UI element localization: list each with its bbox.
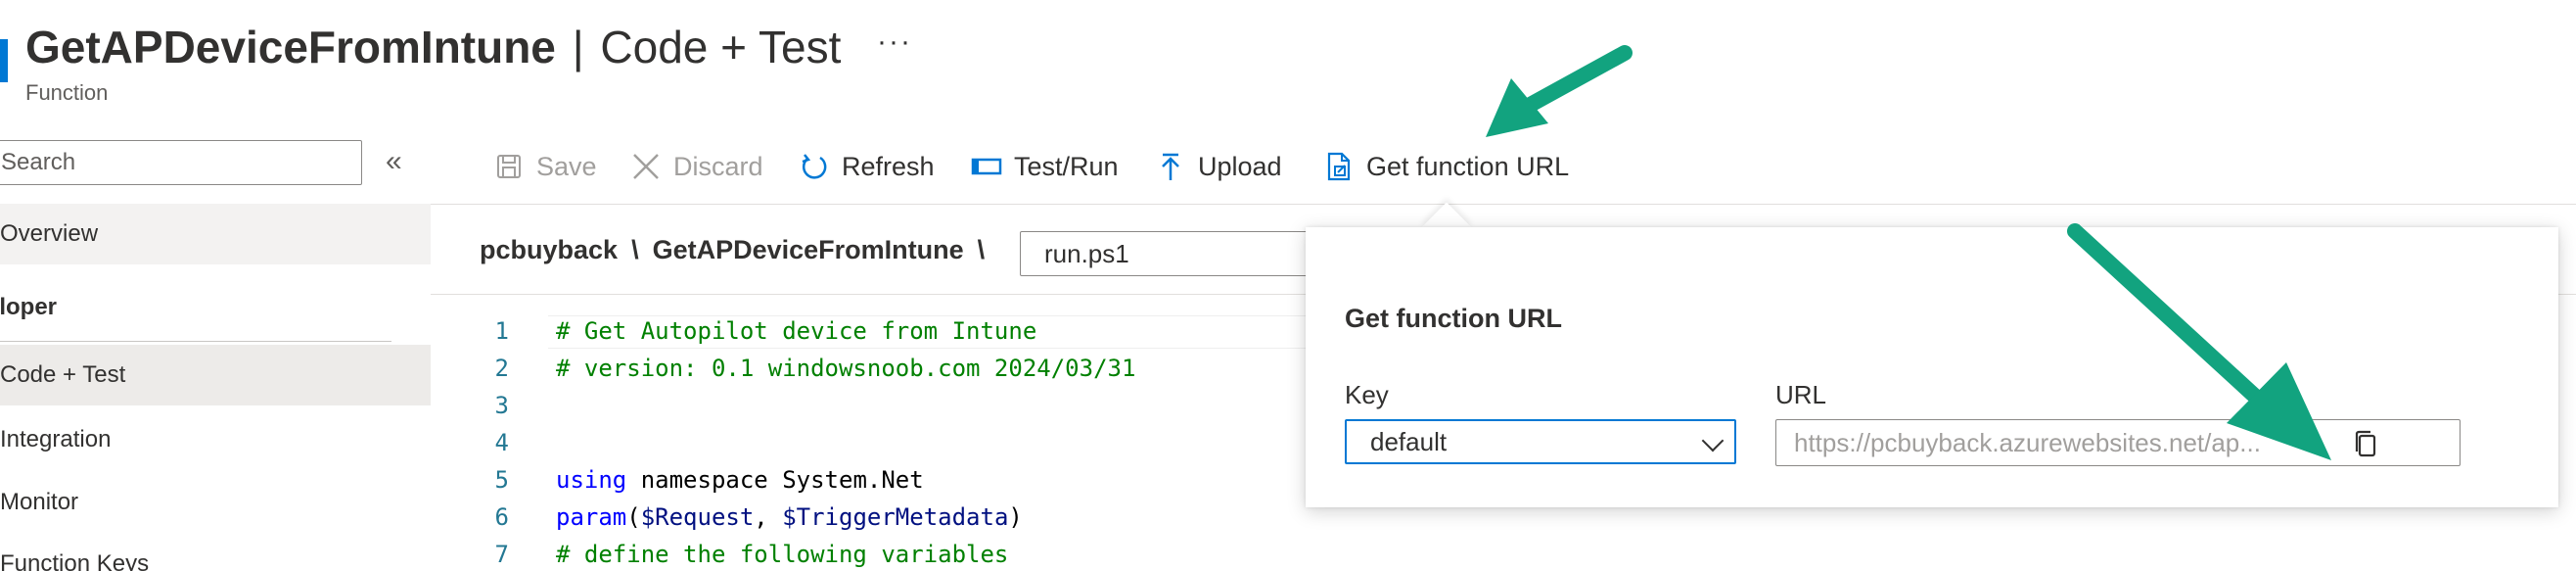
code-line[interactable]: # define the following variables: [556, 541, 1008, 568]
document-link-icon: [1327, 152, 1351, 181]
sidebar-item-label: Integration: [0, 426, 112, 452]
code-line[interactable]: # Get Autopilot device from Intune: [556, 317, 1036, 345]
refresh-label: Refresh: [842, 151, 935, 181]
get-function-url-button[interactable]: Get function URL: [1323, 147, 1569, 186]
code-text: ,: [754, 503, 783, 531]
sidebar-item-code-test[interactable]: Code + Test: [0, 345, 431, 405]
get-function-url-label: Get function URL: [1366, 151, 1570, 181]
line-number: 6: [494, 503, 509, 531]
save-label: Save: [536, 151, 597, 181]
function-name: GetAPDeviceFromIntune: [25, 22, 556, 72]
upload-label: Upload: [1198, 151, 1282, 181]
code-text: ): [1008, 503, 1023, 531]
code-text: namespace System.Net: [626, 466, 924, 494]
code-keyword: param: [556, 503, 627, 531]
breadcrumb: pcbuyback \ GetAPDeviceFromIntune \: [480, 235, 998, 265]
code-variable: $Request: [640, 503, 755, 531]
copy-icon[interactable]: [2349, 427, 2382, 460]
toolbar-divider: [431, 204, 2576, 205]
discard-button[interactable]: Discard: [630, 147, 763, 186]
search-input[interactable]: [0, 140, 362, 185]
collapse-sidebar-icon[interactable]: «: [386, 145, 402, 178]
get-function-url-popup: Get function URL Key URL default https:/…: [1306, 227, 2558, 507]
line-number: 3: [494, 392, 509, 419]
key-label: Key: [1345, 380, 1389, 409]
title-separator: |: [572, 22, 584, 72]
page-name: Code + Test: [600, 22, 842, 72]
key-selected-value: default: [1370, 427, 1448, 456]
annotation-arrow-icon: [1486, 45, 1633, 137]
sidebar-divider: [0, 341, 391, 342]
sidebar-item-label: Monitor: [0, 489, 79, 515]
close-icon: [633, 154, 659, 179]
refresh-button[interactable]: Refresh: [799, 147, 935, 186]
refresh-icon: [802, 154, 827, 179]
code-text: (: [626, 503, 641, 531]
sidebar-section-developer: eloper: [0, 294, 58, 320]
save-button[interactable]: Save: [493, 147, 597, 186]
key-dropdown[interactable]: default: [1345, 419, 1736, 464]
save-icon: [497, 155, 521, 178]
more-options-icon[interactable]: ···: [877, 25, 912, 59]
sidebar-item-label: Code + Test: [0, 361, 126, 388]
sidebar-item-label: Function Keys: [0, 550, 150, 571]
breadcrumb-separator: \: [631, 235, 639, 264]
code-line[interactable]: # version: 0.1 windowsnoob.com 2024/03/3…: [556, 355, 1135, 382]
line-number: 4: [494, 429, 509, 456]
url-label: URL: [1775, 380, 1827, 409]
breadcrumb-app: pcbuyback: [480, 235, 619, 264]
discard-label: Discard: [673, 151, 763, 181]
test-run-button[interactable]: Test/Run: [971, 147, 1119, 186]
line-number: 5: [494, 466, 509, 494]
upload-button[interactable]: Upload: [1155, 147, 1282, 186]
popup-title: Get function URL: [1345, 304, 1562, 333]
code-variable: $TriggerMetadata: [782, 503, 1009, 531]
resource-type: Function: [25, 80, 109, 105]
line-number: 1: [494, 317, 509, 345]
line-number: 7: [494, 541, 509, 568]
sidebar-item-overview[interactable]: Overview: [0, 204, 431, 264]
file-selector[interactable]: run.ps1: [1020, 231, 1353, 276]
sidebar-item-function-keys[interactable]: Function Keys: [0, 534, 431, 571]
sidebar-item-integration[interactable]: Integration: [0, 409, 431, 470]
test-run-label: Test/Run: [1014, 151, 1119, 181]
code-keyword: using: [556, 466, 627, 494]
code-line[interactable]: using namespace System.Net: [556, 466, 924, 494]
upload-icon: [1162, 153, 1179, 180]
sidebar-item-monitor[interactable]: Monitor: [0, 472, 431, 533]
resource-icon: [0, 39, 8, 82]
sidebar-item-label: Overview: [0, 220, 99, 247]
annotation-arrow-icon: [2067, 223, 2331, 460]
breadcrumb-separator: \: [977, 235, 986, 264]
chevron-down-icon: [1701, 429, 1725, 452]
page-title: GetAPDeviceFromIntune | Code + Test: [25, 16, 841, 78]
line-number: 2: [494, 355, 509, 382]
breadcrumb-function: GetAPDeviceFromIntune: [652, 235, 964, 264]
test-run-icon: [971, 158, 1002, 175]
code-line[interactable]: param($Request, $TriggerMetadata): [556, 503, 1023, 531]
